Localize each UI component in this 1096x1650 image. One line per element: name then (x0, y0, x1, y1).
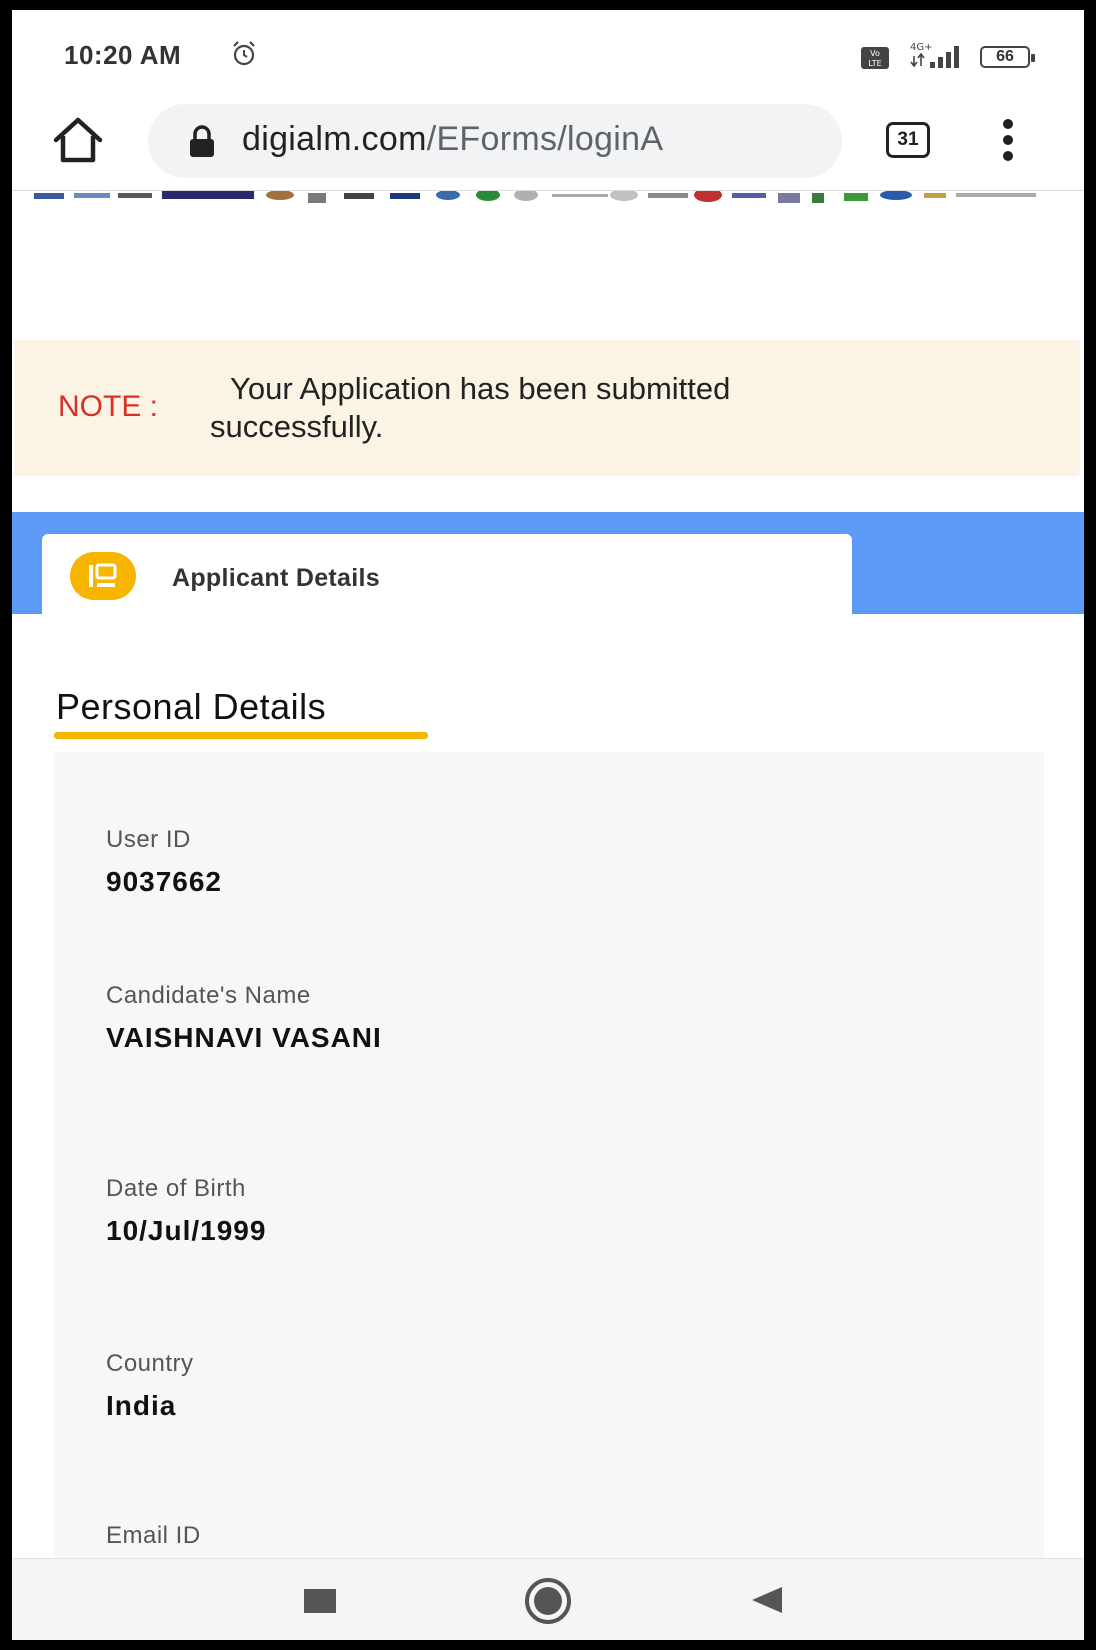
candidate-name-label: Candidate's Name (106, 982, 311, 1009)
url-host: digialm.com (242, 120, 427, 158)
alarm-icon (233, 41, 255, 66)
lock-icon (190, 125, 214, 157)
tabs-icon[interactable]: 31 (886, 122, 930, 158)
home-circle-icon[interactable] (524, 1577, 572, 1625)
note-label: NOTE : (58, 390, 159, 423)
battery-icon: 66 (980, 46, 1035, 68)
personal-details-panel: User ID 9037662 Candidate's Name VAISHNA… (54, 752, 1044, 1572)
dob-label: Date of Birth (106, 1175, 246, 1202)
svg-text:Vo: Vo (870, 49, 880, 58)
signal-icon: 4G+ (910, 42, 959, 68)
dob-value: 10/Jul/1999 (106, 1215, 267, 1246)
back-icon[interactable] (750, 1585, 784, 1615)
recent-apps-icon[interactable] (304, 1589, 336, 1613)
candidate-name-value: VAISHNAVI VASANI (106, 1022, 382, 1053)
tab-label: Applicant Details (172, 564, 380, 592)
address-bar[interactable]: digialm.com/EForms/loginA (148, 104, 842, 178)
tab-applicant-details[interactable]: Applicant Details (42, 534, 852, 624)
phone-screen: 10:20 AM Vo LTE 4G+ 66 digialm.com/EForm… (12, 10, 1084, 1640)
svg-text:LTE: LTE (868, 59, 881, 68)
url-path: /EForms/loginA (426, 120, 664, 158)
country-label: Country (106, 1350, 194, 1377)
section-title: Personal Details (56, 686, 327, 727)
email-label: Email ID (106, 1522, 201, 1549)
id-card-icon (70, 552, 136, 600)
user-id-value: 9037662 (106, 866, 223, 897)
svg-text:4G+: 4G+ (910, 42, 933, 53)
menu-icon[interactable] (1000, 116, 1016, 164)
user-id-label: User ID (106, 826, 191, 853)
partner-logos-strip (12, 190, 1084, 203)
home-icon[interactable] (52, 116, 104, 164)
url-fade (802, 104, 842, 178)
section-underline (54, 732, 428, 739)
url-text: digialm.com/EForms/loginA (242, 120, 663, 159)
status-time: 10:20 AM (64, 40, 182, 70)
browser-toolbar: digialm.com/EForms/loginA 31 (12, 96, 1084, 192)
volte-icon: Vo LTE (861, 47, 889, 69)
system-nav-bar (12, 1558, 1084, 1640)
success-note: NOTE : Your Application has been submitt… (14, 340, 1080, 476)
status-bar: 10:20 AM Vo LTE 4G+ 66 (12, 10, 1084, 90)
country-value: India (106, 1390, 177, 1421)
note-message: Your Application has been submitted succ… (210, 371, 731, 444)
